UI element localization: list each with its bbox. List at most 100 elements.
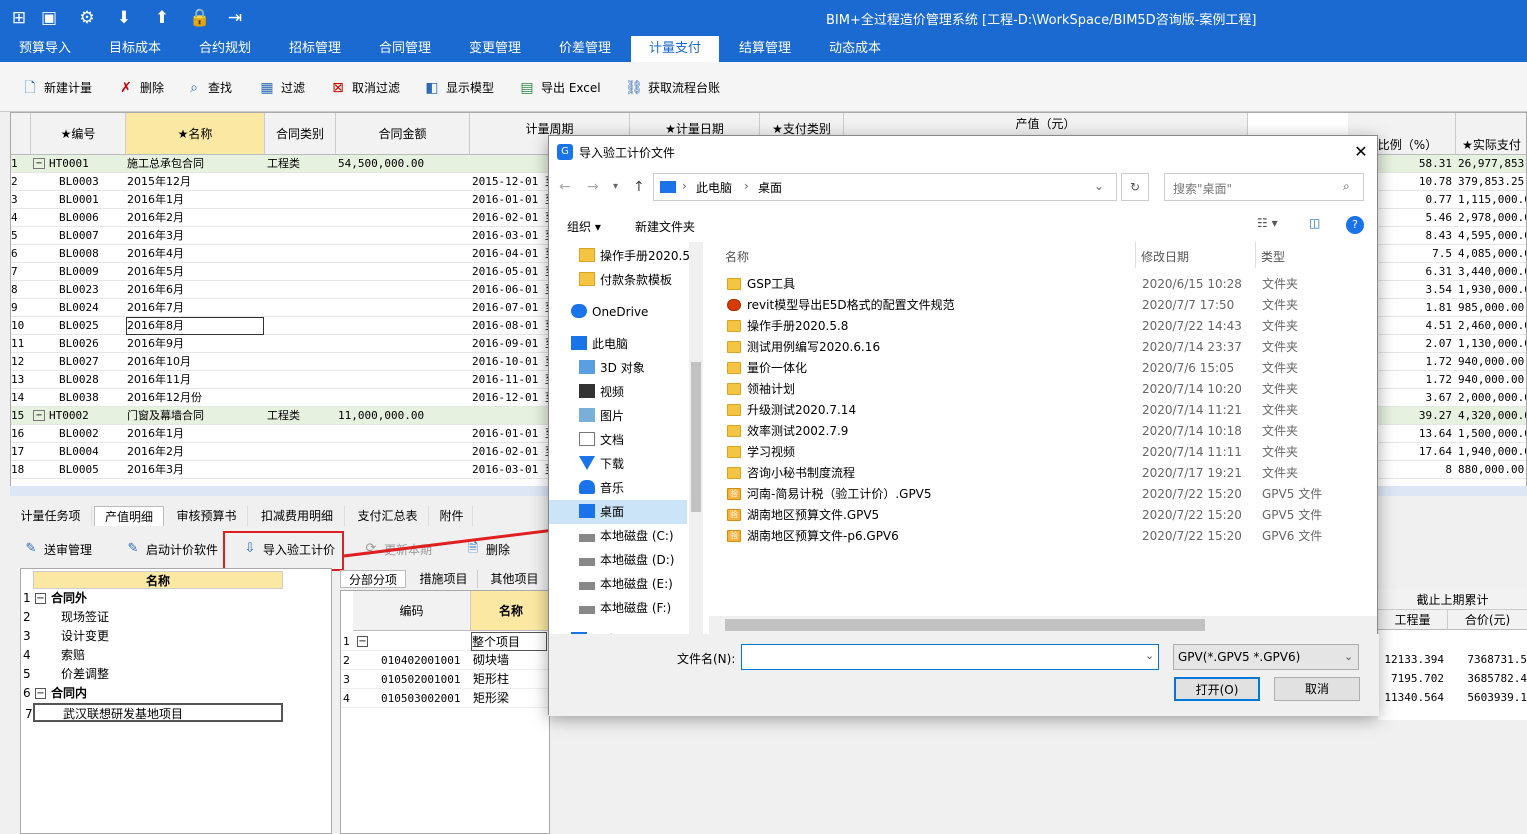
menu-item[interactable]: 动态成本	[816, 36, 894, 62]
cell-actual[interactable]: 985,000.00	[1458, 299, 1526, 317]
cell-code[interactable]: BL0008	[33, 245, 125, 263]
cell-actual[interactable]: 2,460,000.00	[1458, 317, 1526, 335]
cell-type[interactable]	[267, 173, 336, 191]
cell-amount[interactable]	[338, 389, 470, 407]
cell-code[interactable]: BL0027	[33, 353, 125, 371]
cell-actual[interactable]: 1,115,000.00	[1458, 191, 1526, 209]
cell-actual[interactable]: 940,000.00	[1458, 371, 1526, 389]
cell-type[interactable]	[267, 245, 336, 263]
cell-name[interactable]: 2016年12月份	[127, 389, 265, 407]
cell-actual[interactable]: 1,930,000.00	[1458, 281, 1526, 299]
cell-code[interactable]: BL0001	[33, 191, 125, 209]
tab-measure-items[interactable]: 计量任务项	[10, 506, 92, 526]
cell-code[interactable]: BL0005	[33, 461, 125, 479]
file-row[interactable]: 领袖计划 2020/7/14 10:20 文件夹	[719, 379, 1379, 400]
search-box[interactable]: 搜索"桌面" ⌕	[1164, 173, 1364, 201]
tree-node[interactable]: 6− 合同内	[21, 684, 283, 703]
new-measure-button[interactable]: 🗋 新建计量	[20, 77, 92, 99]
grid-header-actual[interactable]: ★实际支付	[1456, 113, 1526, 155]
cell-type[interactable]	[267, 263, 336, 281]
download-icon[interactable]: ⬇	[113, 7, 135, 29]
column-name[interactable]: 名称	[725, 248, 749, 265]
tree-node[interactable]: 7 武汉联想研发基地项目	[25, 703, 283, 722]
app-logo-icon[interactable]: ⊞	[8, 7, 30, 29]
detail-row[interactable]: 2 010402001001 砌块墙	[341, 651, 551, 670]
cell-actual[interactable]: 4,595,000.00	[1458, 227, 1526, 245]
cell-actual[interactable]: 880,000.00	[1458, 461, 1526, 479]
forward-icon[interactable]: →	[587, 178, 605, 196]
cell-name[interactable]: 2016年1月	[127, 191, 265, 209]
cell-name[interactable]: 2016年7月	[127, 299, 265, 317]
upload-icon[interactable]: ⬆	[151, 7, 173, 29]
nav-scroll-thumb[interactable]	[691, 362, 701, 512]
nav-item[interactable]: 3D 对象	[549, 356, 687, 380]
cell-type[interactable]: 工程类	[267, 407, 336, 425]
cell-name[interactable]: 2016年4月	[127, 245, 265, 263]
collapse-icon[interactable]: −	[357, 636, 368, 647]
gear-icon[interactable]: ⚙	[76, 7, 98, 29]
cell-type[interactable]: 工程类	[267, 155, 336, 173]
cell-name[interactable]: 2015年12月	[127, 173, 265, 191]
file-row[interactable]: 测试用例编写2020.6.16 2020/7/14 23:37 文件夹	[719, 337, 1379, 358]
cell-amount[interactable]	[338, 227, 470, 245]
cell-name[interactable]: 2016年9月	[127, 335, 265, 353]
grid-header-type[interactable]: 合同类别	[265, 113, 336, 155]
menu-item[interactable]: 价差管理	[546, 36, 624, 62]
path-segment[interactable]: 桌面	[758, 179, 782, 196]
column-type[interactable]: 类型	[1261, 248, 1285, 265]
column-date[interactable]: 修改日期	[1141, 248, 1189, 265]
cell-actual[interactable]: 1,940,000.00	[1458, 443, 1526, 461]
address-bar[interactable]: › 此电脑 › 桌面 ⌄	[653, 173, 1117, 201]
cell-name[interactable]: 2016年2月	[127, 209, 265, 227]
cancel-button[interactable]: 取消	[1274, 677, 1360, 701]
nav-item[interactable]: 本地磁盘 (E:)	[549, 572, 687, 596]
filter-button[interactable]: ▦ 过滤	[257, 77, 305, 99]
cell-type[interactable]	[267, 191, 336, 209]
nav-item[interactable]: 付款条款模板	[549, 268, 687, 292]
file-type-select[interactable]: GPV(*.GPV5 *.GPV6) ⌄	[1173, 644, 1359, 670]
file-row[interactable]: 效率测试2002.7.9 2020/7/14 10:18 文件夹	[719, 421, 1379, 442]
delete-button[interactable]: ✗ 删除	[116, 77, 164, 99]
menu-item[interactable]: 招标管理	[276, 36, 354, 62]
cell-name[interactable]: 2016年6月	[127, 281, 265, 299]
nav-item[interactable]: 桌面	[549, 500, 687, 524]
recent-dropdown-icon[interactable]: ▾	[613, 178, 627, 196]
file-hscrollbar[interactable]	[709, 616, 1377, 634]
nav-item[interactable]: OneDrive	[549, 300, 687, 324]
nav-item[interactable]: 此电脑	[549, 332, 687, 356]
cell-actual[interactable]: 1,500,000.00	[1458, 425, 1526, 443]
up-icon[interactable]: ↑	[633, 178, 651, 196]
cell-actual[interactable]: 26,977,853.	[1458, 155, 1526, 173]
cell-amount[interactable]	[338, 281, 470, 299]
file-hscroll-thumb[interactable]	[725, 619, 1205, 631]
cell-code[interactable]: BL0006	[33, 209, 125, 227]
nav-item[interactable]: 图片	[549, 404, 687, 428]
nav-item[interactable]: 视频	[549, 380, 687, 404]
chevron-down-icon[interactable]: ⌄	[1094, 179, 1104, 193]
cell-name[interactable]: 2016年5月	[127, 263, 265, 281]
file-row[interactable]: 验湖南地区预算文件.GPV5 2020/7/22 15:20 GPV5 文件	[719, 505, 1379, 526]
workflow-button[interactable]: ⛓ 获取流程台账	[624, 77, 720, 99]
menu-item-active[interactable]: 计量支付	[631, 36, 719, 62]
cell-amount[interactable]	[338, 425, 470, 443]
collapse-icon[interactable]: −	[33, 410, 45, 421]
collapse-icon[interactable]: −	[33, 158, 45, 169]
cell-name[interactable]: 2016年10月	[127, 353, 265, 371]
cell-actual[interactable]: 1,130,000.00	[1458, 335, 1526, 353]
cell-name[interactable]: 2016年11月	[127, 371, 265, 389]
refresh-icon[interactable]: ↻	[1121, 173, 1149, 201]
tree-node[interactable]: 4 索赔	[21, 646, 283, 665]
collapse-icon[interactable]: −	[35, 593, 46, 604]
subtab-measures[interactable]: 措施项目	[410, 570, 478, 588]
send-review-button[interactable]: ✎ 送审管理	[22, 540, 92, 560]
nav-item[interactable]: 文档	[549, 428, 687, 452]
cell-amount[interactable]	[338, 191, 470, 209]
file-row[interactable]: 学习视频 2020/7/14 11:11 文件夹	[719, 442, 1379, 463]
file-row[interactable]: 咨询小秘书制度流程 2020/7/17 19:21 文件夹	[719, 463, 1379, 484]
menu-item[interactable]: 合约规划	[186, 36, 264, 62]
cell-amount[interactable]	[338, 173, 470, 191]
nav-item[interactable]: 下载	[549, 452, 687, 476]
cell-amount[interactable]	[338, 209, 470, 227]
show-model-button[interactable]: ◧ 显示模型	[422, 77, 494, 99]
help-icon[interactable]: ?	[1346, 216, 1364, 234]
